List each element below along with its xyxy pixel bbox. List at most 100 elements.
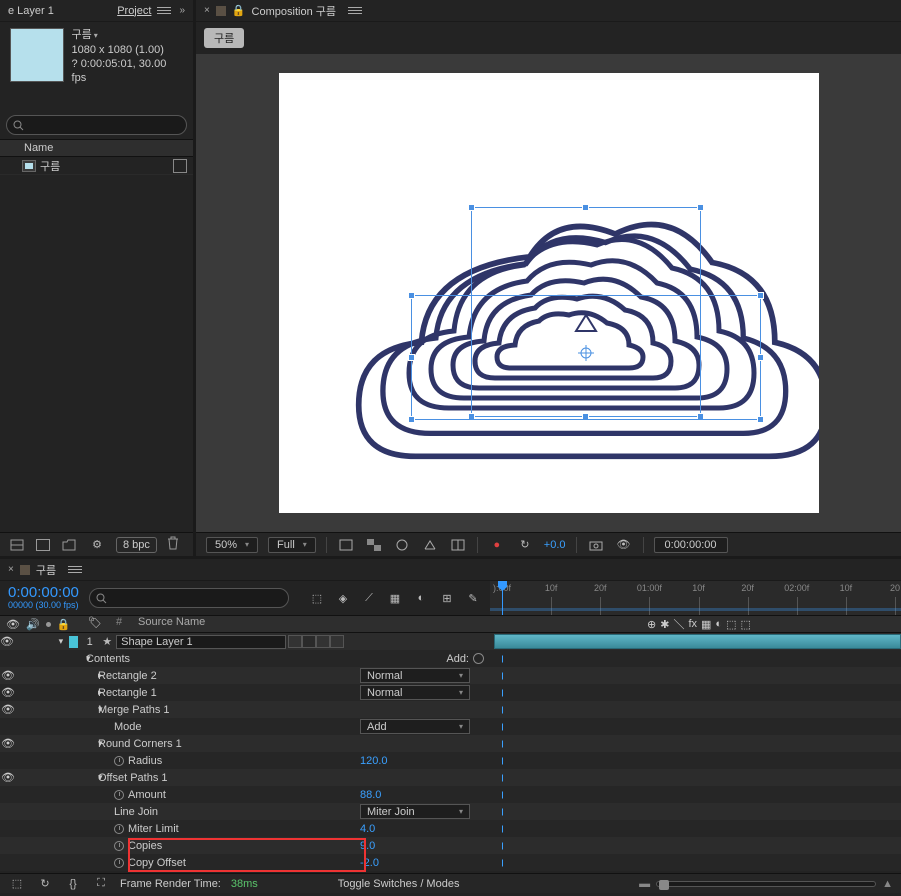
visibility-toggle[interactable]: 👁	[0, 737, 16, 750]
playhead[interactable]	[502, 581, 503, 615]
label-column-header[interactable]: 🏷	[88, 616, 106, 632]
layer-duration-bar[interactable]	[494, 634, 901, 649]
zoom-dropdown[interactable]: 50%▾	[206, 537, 258, 553]
motion-blur-icon[interactable]: ◐	[412, 590, 430, 606]
new-folder-icon[interactable]	[60, 537, 78, 553]
miter-value[interactable]: 4.0	[360, 823, 490, 835]
blend-mode-dropdown[interactable]: Normal▾	[360, 685, 470, 700]
property-row[interactable]: Mode Add▾	[0, 718, 901, 735]
3d-icon[interactable]	[421, 537, 439, 553]
stopwatch-icon[interactable]	[114, 756, 124, 766]
twisty-icon[interactable]: ▾	[72, 653, 86, 664]
copy-offset-value[interactable]: -2.0	[360, 857, 490, 869]
timeline-menu-icon[interactable]	[68, 566, 82, 573]
draft-3d-icon[interactable]: ◈	[334, 590, 352, 606]
label-color[interactable]	[69, 636, 78, 648]
close-tab-icon[interactable]: ×	[204, 5, 210, 16]
resolution-dropdown[interactable]: Full▾	[268, 537, 316, 553]
visibility-toggle[interactable]: 👁	[0, 635, 14, 648]
twisty-icon[interactable]: ▾	[70, 772, 98, 783]
toggle-switches-modes-button[interactable]: Toggle Switches / Modes	[338, 878, 460, 890]
render-queue-icon[interactable]: ⛶	[92, 876, 110, 892]
timeline-tab-name[interactable]: 구름	[36, 562, 56, 578]
comp-mini-flowchart-icon[interactable]: ⬚	[308, 590, 326, 606]
radius-value[interactable]: 120.0	[360, 755, 490, 767]
stopwatch-icon[interactable]	[114, 858, 124, 868]
project-search[interactable]	[6, 115, 187, 135]
new-comp-icon[interactable]	[36, 539, 50, 551]
amount-value[interactable]: 88.0	[360, 789, 490, 801]
project-settings-icon[interactable]: ⚙	[88, 537, 106, 553]
frame-blend-icon[interactable]: ▦	[386, 590, 404, 606]
twisty-icon[interactable]: ▾	[70, 704, 98, 715]
viewer-menu-icon[interactable]	[348, 7, 362, 14]
property-row[interactable]: Radius 120.0	[0, 752, 901, 769]
bpc-button[interactable]: 8 bpc	[116, 537, 157, 553]
brainstorm-icon[interactable]: ✎	[464, 590, 482, 606]
panel-menu-icon[interactable]	[157, 7, 171, 14]
close-timeline-tab-icon[interactable]: ×	[8, 564, 14, 575]
reset-exposure-icon[interactable]: ↻	[516, 537, 534, 553]
index-column-header[interactable]: #	[106, 616, 132, 632]
property-group-row[interactable]: 👁 ▸ Rectangle 2 Normal▾	[0, 667, 901, 684]
viewer-tab-label[interactable]: Composition 구름	[252, 3, 336, 19]
visibility-toggle[interactable]: 👁	[0, 771, 16, 784]
region-icon[interactable]	[337, 537, 355, 553]
toggle-modes-icon[interactable]: ↻	[36, 876, 54, 892]
twisty-icon[interactable]: ▾	[70, 738, 98, 749]
twisty-icon[interactable]: ▾	[56, 636, 65, 647]
property-row[interactable]: Miter Limit 4.0	[0, 820, 901, 837]
linejoin-dropdown[interactable]: Miter Join▾	[360, 804, 470, 819]
add-shape-button[interactable]: Add:	[446, 653, 490, 665]
blend-mode-dropdown[interactable]: Normal▾	[360, 668, 470, 683]
lock-icon[interactable]: 🔒	[232, 4, 246, 17]
property-row[interactable]: Amount 88.0	[0, 786, 901, 803]
interpret-footage-icon[interactable]	[8, 537, 26, 553]
transparency-grid-icon[interactable]	[365, 537, 383, 553]
property-group-row[interactable]: 👁 ▾ Offset Paths 1	[0, 769, 901, 786]
graph-editor-icon[interactable]: ⊞	[438, 590, 456, 606]
time-ruler[interactable]: ):00f10f20f01:00f10f20f02:00f10f20	[490, 581, 901, 615]
copies-value[interactable]: 9.0	[360, 840, 490, 852]
twisty-icon[interactable]: ▸	[70, 687, 98, 698]
stopwatch-icon[interactable]	[114, 790, 124, 800]
panel-expand-icon[interactable]: »	[179, 5, 185, 16]
flowchart-icon[interactable]	[173, 159, 187, 173]
layer-row[interactable]: 👁 ▾ 1 ★	[0, 633, 901, 650]
stopwatch-icon[interactable]	[114, 824, 124, 834]
property-group-row[interactable]: 👁 ▸ Rectangle 1 Normal▾	[0, 684, 901, 701]
project-panel-label[interactable]: Project	[117, 5, 151, 17]
visibility-toggle[interactable]: 👁	[0, 669, 16, 682]
exposure-value[interactable]: +0.0	[544, 539, 566, 551]
property-row-copy-offset[interactable]: Copy Offset -2.0	[0, 854, 901, 871]
project-item-row[interactable]: 구름	[0, 157, 193, 175]
current-time[interactable]: 0:00:00:00	[8, 586, 79, 600]
mask-icon[interactable]	[393, 537, 411, 553]
preview-time[interactable]: 0:00:00:00	[654, 537, 728, 553]
channel-icon[interactable]: ●	[488, 537, 506, 553]
property-row[interactable]: Line Join Miter Join▾	[0, 803, 901, 820]
show-snapshot-icon[interactable]: 👁	[615, 537, 633, 553]
guides-icon[interactable]	[449, 537, 467, 553]
property-group-row[interactable]: 👁 ▾ Merge Paths 1	[0, 701, 901, 718]
visibility-toggle[interactable]: 👁	[0, 686, 16, 699]
property-row-copies[interactable]: Copies 9.0	[0, 837, 901, 854]
composition-canvas[interactable]	[279, 73, 819, 513]
stopwatch-icon[interactable]	[114, 841, 124, 851]
property-group-row[interactable]: ▾ Contents Add:	[0, 650, 901, 667]
source-name-header[interactable]: Source Name	[132, 616, 641, 632]
property-group-row[interactable]: 👁 ▾ Round Corners 1	[0, 735, 901, 752]
shy-icon[interactable]: ⟋	[360, 590, 378, 606]
comp-name[interactable]: 구름	[72, 28, 183, 43]
comp-breadcrumb[interactable]: 구름	[204, 28, 244, 48]
project-column-header[interactable]: Name	[0, 139, 193, 157]
trash-icon[interactable]	[167, 536, 179, 553]
layer-name-input[interactable]	[116, 635, 286, 649]
toggle-switches-icon[interactable]: ⬚	[8, 876, 26, 892]
merge-mode-dropdown[interactable]: Add▾	[360, 719, 470, 734]
twisty-icon[interactable]: ▸	[70, 670, 98, 681]
snapshot-icon[interactable]	[587, 537, 605, 553]
toggle-in-out-icon[interactable]: {}	[64, 876, 82, 892]
visibility-toggle[interactable]: 👁	[0, 703, 16, 716]
timeline-zoom-slider[interactable]: ▬ ▲	[639, 878, 893, 890]
